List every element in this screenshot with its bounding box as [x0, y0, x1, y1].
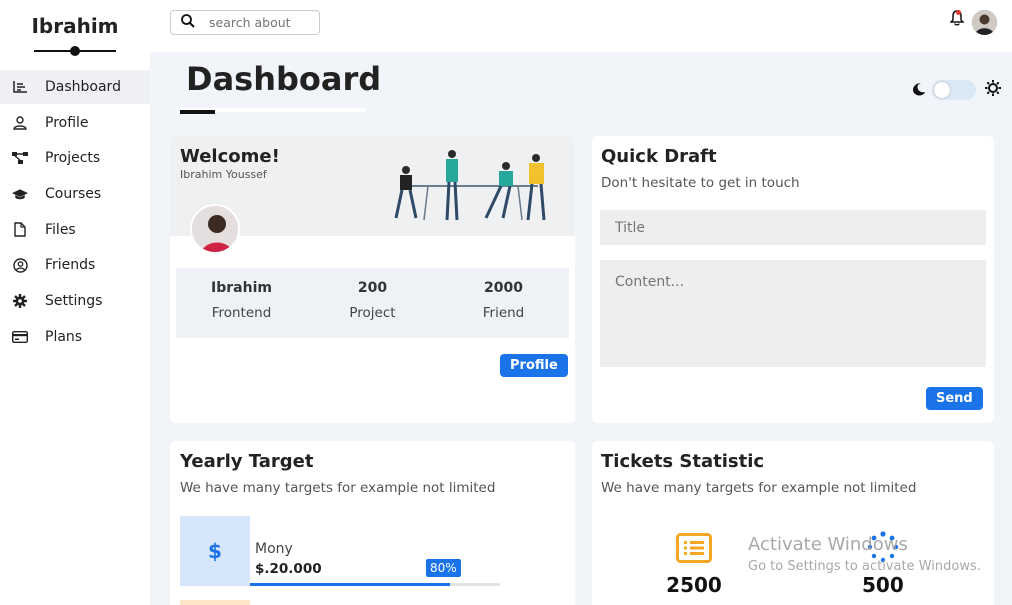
send-button[interactable]: Send: [926, 387, 983, 410]
search-icon: [181, 13, 195, 32]
profile-button[interactable]: Profile: [500, 354, 568, 377]
brand-dot: [70, 46, 80, 56]
welcome-stats: Ibrahim Frontend 200 Project 2000 Friend: [176, 268, 569, 338]
sidebar-item-label: Settings: [45, 293, 103, 310]
moon-icon: [912, 81, 926, 100]
progress-fill: [250, 583, 450, 586]
notification-dot: [956, 10, 961, 15]
quick-draft-card: Quick Draft Don't hesitate to get in tou…: [592, 136, 994, 423]
sidebar-item-plans[interactable]: Plans: [0, 320, 150, 354]
sidebar-item-courses[interactable]: Courses: [0, 177, 150, 211]
watermark-subtitle: Go to Settings to activate Windows.: [748, 559, 981, 574]
user-circle-icon: [12, 257, 28, 273]
stat-value: 200: [357, 280, 388, 296]
sidebar-item-label: Courses: [45, 186, 102, 203]
sidebar-item-files[interactable]: Files: [0, 213, 150, 247]
money-value: $.20.000: [255, 561, 322, 577]
draft-title-input[interactable]: [600, 210, 986, 245]
theme-switch[interactable]: [932, 80, 976, 100]
sidebar-item-profile[interactable]: Profile: [0, 106, 150, 140]
activation-watermark: Activate Windows Go to Settings to activ…: [748, 534, 981, 574]
sidebar-item-label: Friends: [45, 257, 96, 274]
welcome-card: Welcome! Ibrahim Youssef Ibrahim Fronten…: [170, 136, 575, 423]
draft-subtitle: Don't hesitate to get in touch: [601, 175, 800, 191]
team-illustration: [388, 144, 563, 228]
theme-toggle: [912, 80, 1001, 100]
topbar: [150, 0, 1012, 52]
yearly-subtitle: We have many targets for example not lim…: [180, 480, 496, 496]
welcome-name: Ibrahim Youssef: [180, 168, 267, 181]
stat-role: Ibrahim Frontend: [176, 268, 307, 338]
progress-track: [250, 583, 500, 586]
stat-label: Friend: [482, 305, 525, 321]
list-icon: [676, 533, 712, 567]
sidebar-item-projects[interactable]: Projects: [0, 141, 150, 175]
stat-label: Frontend: [211, 305, 272, 321]
sun-icon: [985, 80, 1001, 100]
file-icon: [12, 222, 28, 238]
chart-icon: [12, 79, 28, 95]
draft-heading: Quick Draft Don't hesitate to get in tou…: [601, 146, 800, 191]
money-label: Mony: [255, 541, 293, 557]
page-title: Dashboard: [186, 60, 382, 98]
draft-content-input[interactable]: [600, 260, 986, 367]
ticket-value: 2500: [666, 573, 722, 597]
search-box[interactable]: [170, 10, 320, 35]
yearly-title: Yearly Target: [180, 451, 314, 472]
title-underline-accent: [180, 110, 215, 114]
brand-title: Ibrahim: [31, 14, 119, 38]
sidebar-item-label: Dashboard: [45, 79, 121, 95]
stat-value: 2000: [484, 280, 523, 296]
sidebar: Ibrahim Dashboard Profile Projects Cours: [0, 0, 150, 605]
credit-card-icon: [12, 329, 28, 345]
watermark-title: Activate Windows: [748, 534, 908, 555]
welcome-avatar: [190, 204, 240, 254]
tickets-title: Tickets Statistic: [601, 451, 765, 472]
stat-projects: 200 Project: [307, 268, 438, 338]
tickets-statistic-card: Tickets Statistic We have many targets f…: [592, 441, 994, 605]
tickets-heading: Tickets Statistic We have many targets f…: [601, 451, 916, 496]
sidebar-item-label: Files: [45, 221, 76, 238]
ticket-stat-total: 2500: [664, 533, 724, 597]
yearly-target-card: Yearly Target We have many targets for e…: [170, 441, 575, 605]
sidebar-nav: Dashboard Profile Projects Courses Files: [0, 70, 150, 356]
avatar[interactable]: [972, 10, 997, 35]
next-target-box: [180, 600, 250, 605]
welcome-title: Welcome!: [180, 146, 280, 167]
progress-badge: 80%: [426, 559, 461, 577]
switch-knob: [934, 82, 950, 98]
sidebar-item-label: Plans: [45, 328, 83, 345]
yearly-heading: Yearly Target We have many targets for e…: [180, 451, 495, 496]
dollar-icon: $: [180, 516, 250, 586]
search-input[interactable]: [209, 15, 309, 30]
ticket-value: 500: [862, 573, 904, 597]
stat-label: Project: [349, 305, 396, 321]
graduation-cap-icon: [12, 186, 28, 202]
sidebar-item-friends[interactable]: Friends: [0, 248, 150, 282]
user-icon: [12, 115, 28, 131]
diagram-icon: [12, 150, 28, 166]
stat-value: Ibrahim: [211, 280, 272, 296]
sidebar-item-label: Projects: [45, 150, 101, 167]
sidebar-item-label: Profile: [45, 114, 89, 131]
welcome-heading: Welcome! Ibrahim Youssef: [180, 146, 280, 181]
sidebar-item-settings[interactable]: Settings: [0, 284, 150, 318]
tickets-subtitle: We have many targets for example not lim…: [601, 480, 917, 496]
draft-title: Quick Draft: [601, 146, 717, 167]
stat-friends: 2000 Friend: [438, 268, 569, 338]
sidebar-item-dashboard[interactable]: Dashboard: [0, 70, 150, 104]
gear-icon: [12, 293, 28, 309]
